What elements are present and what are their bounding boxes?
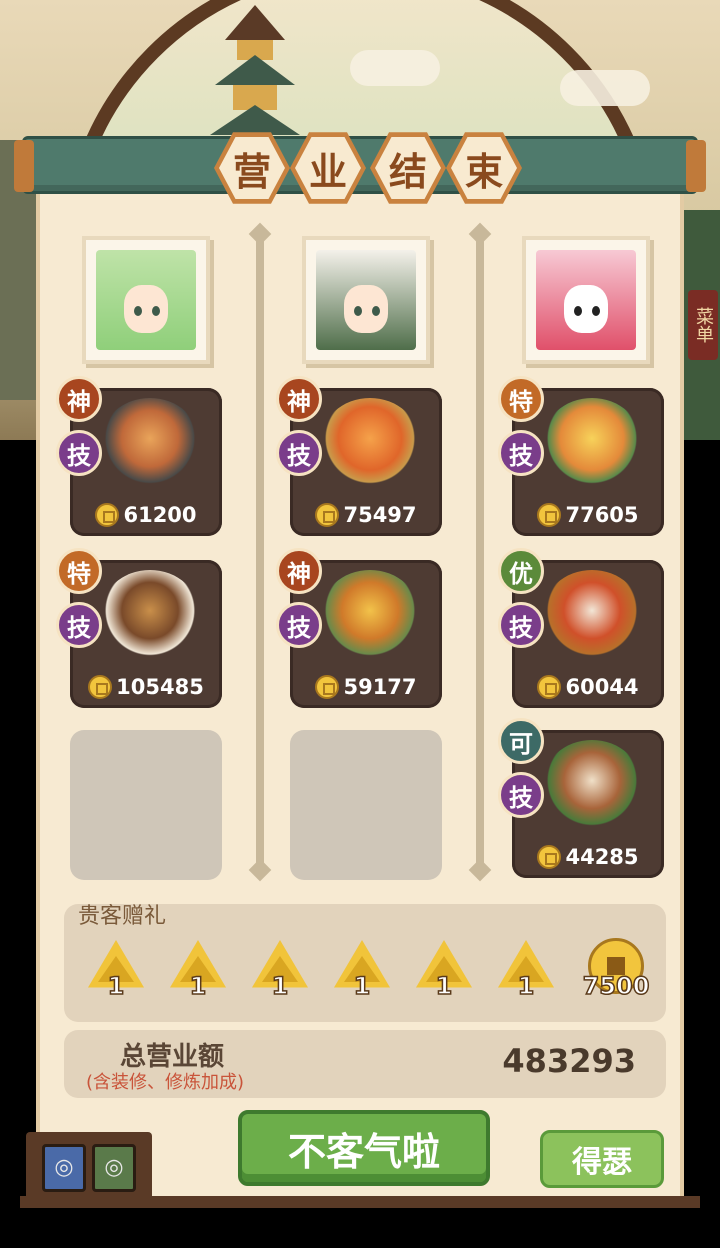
skill-badge: 技 — [498, 430, 544, 476]
cloud — [350, 50, 440, 86]
chef-avatar-1[interactable] — [82, 236, 210, 364]
dish-price: 44285 — [512, 842, 664, 872]
column-divider — [256, 232, 264, 872]
coin-icon — [88, 675, 113, 699]
total-revenue-value: 483293 — [502, 1042, 636, 1080]
dish-image — [320, 398, 420, 488]
blue-slot-icon[interactable] — [42, 1144, 86, 1192]
rank-badge: 神 — [276, 376, 322, 422]
coin-icon — [537, 503, 562, 527]
total-revenue-note: (含装修、修炼加成) — [86, 1072, 245, 1093]
chef-avatar-2[interactable] — [302, 236, 430, 364]
dish-image — [320, 570, 420, 660]
rank-badge: 神 — [276, 548, 322, 594]
dish-image — [100, 398, 200, 488]
pagoda-icon — [210, 5, 300, 135]
skill-badge: 技 — [56, 430, 102, 476]
vip-gifts-title: 贵客赠礼 — [78, 904, 167, 929]
coin-icon — [315, 675, 340, 699]
rank-badge: 优 — [498, 548, 544, 594]
rank-badge: 神 — [56, 376, 102, 422]
gift-rice-ball-icon[interactable]: 1 — [168, 940, 228, 1004]
skill-badge: 技 — [276, 430, 322, 476]
coin-icon — [537, 845, 562, 869]
scroll-end-right — [686, 140, 706, 192]
dish-price: 59177 — [290, 672, 442, 702]
gift-rice-ball-icon[interactable]: 1 — [250, 940, 310, 1004]
dish-price: 61200 — [70, 500, 222, 530]
dish-image — [542, 740, 642, 830]
green-slot-icon[interactable] — [92, 1144, 136, 1192]
gold-coin-icon[interactable]: 7500 — [582, 938, 650, 1002]
gift-rice-ball-icon[interactable]: 1 — [332, 940, 392, 1004]
rank-badge: 特 — [498, 376, 544, 422]
dish-image — [100, 570, 200, 660]
gift-rice-ball-icon[interactable]: 1 — [414, 940, 474, 1004]
show-off-button[interactable]: 得瑟 — [540, 1130, 664, 1188]
dish-price: 77605 — [512, 500, 664, 530]
gift-rice-ball-icon[interactable]: 1 — [86, 940, 146, 1004]
gift-rice-ball-icon[interactable]: 1 — [496, 940, 556, 1004]
empty-dish-slot — [290, 730, 442, 880]
skill-badge: 技 — [276, 602, 322, 648]
coin-icon — [315, 503, 340, 527]
empty-dish-slot — [70, 730, 222, 880]
dish-price: 75497 — [290, 500, 442, 530]
dish-image — [542, 398, 642, 488]
rank-badge: 可 — [498, 718, 544, 764]
cloud — [560, 70, 650, 106]
dish-price: 105485 — [70, 672, 222, 702]
skill-badge: 技 — [498, 772, 544, 818]
dish-price: 60044 — [512, 672, 664, 702]
confirm-button[interactable]: 不客气啦 — [238, 1110, 490, 1186]
skill-badge: 技 — [498, 602, 544, 648]
inventory-shortcut[interactable] — [26, 1132, 152, 1204]
chef-avatar-3[interactable] — [522, 236, 650, 364]
dish-image — [542, 570, 642, 660]
coin-icon — [95, 503, 120, 527]
rank-badge: 特 — [56, 548, 102, 594]
scroll-end-left — [14, 140, 34, 192]
column-divider — [476, 232, 484, 872]
skill-badge: 技 — [56, 602, 102, 648]
panel-bottom-edge — [20, 1196, 700, 1208]
coin-icon — [537, 675, 562, 699]
menu-tag[interactable]: 菜单 — [688, 290, 718, 360]
